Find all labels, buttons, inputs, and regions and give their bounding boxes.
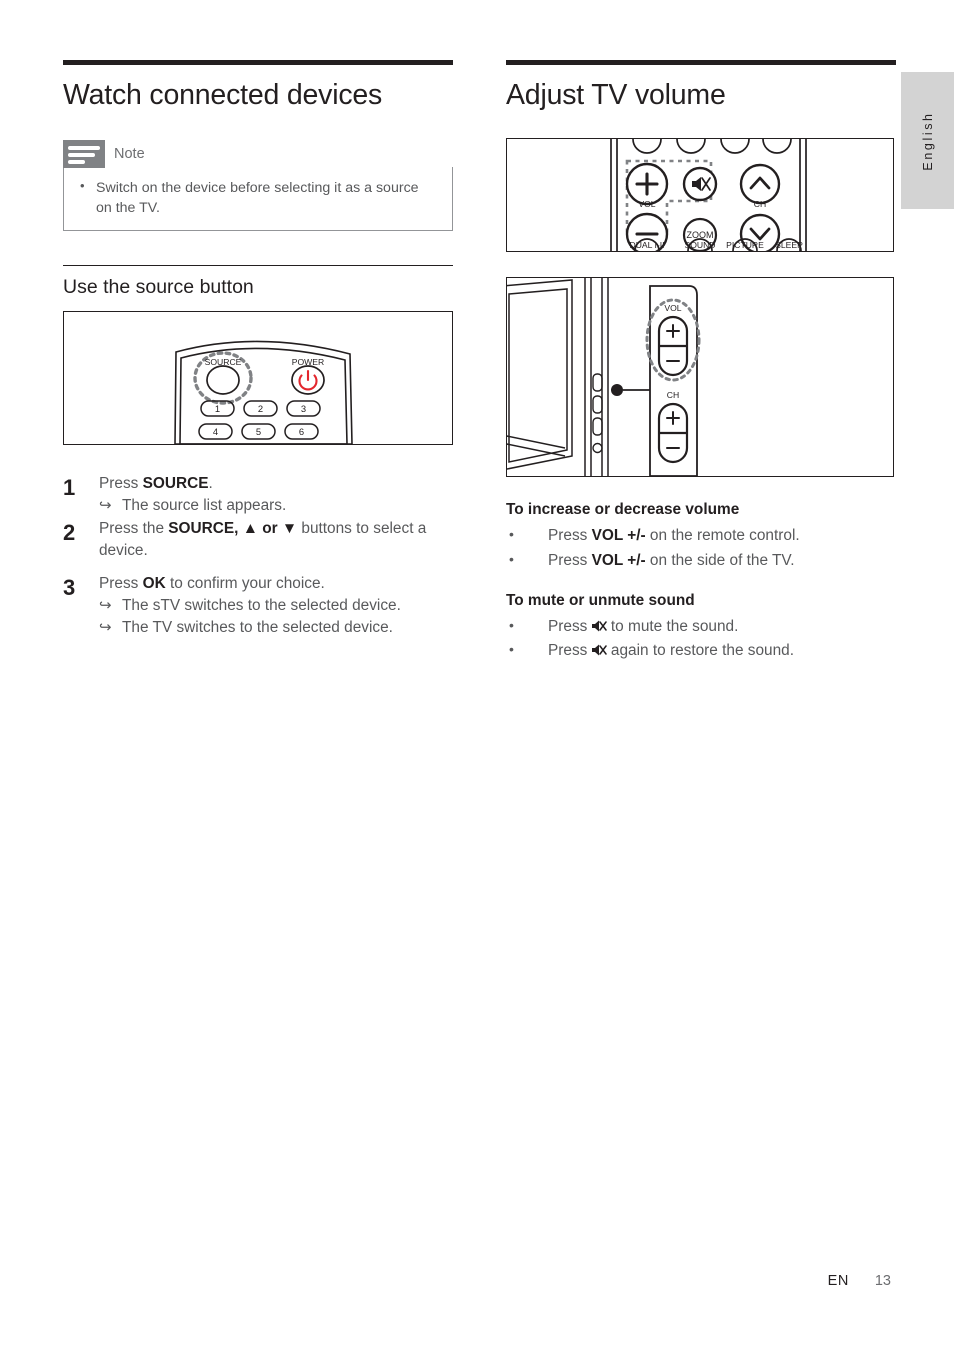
step-number: 3 [63,574,76,600]
step-result: ↪ The TV switches to the selected device… [99,617,453,639]
remote-control-source-power-figure: SOURCE POWER 1 2 3 4 5 6 [63,311,453,446]
vol-plus-button [625,162,669,205]
bullet-item: Press to mute the sound. [506,614,896,640]
step-result-text: The TV switches to the selected device. [122,618,393,636]
mute-icon [591,617,607,632]
step-text-after: to confirm your choice. [165,574,325,592]
bullet-text-before: Press [548,642,592,660]
step-number: 2 [63,520,76,546]
subsection-rule [63,264,453,267]
page-title: Watch connected devices [63,79,383,111]
remote-key-5: 5 [256,426,261,437]
bullet-item: Press VOL +/- on the side of the TV. [506,548,896,574]
step-number: 1 [63,475,76,501]
note-label: Note [114,145,145,162]
step-text-before: Press [99,475,143,493]
ch-up-button [739,163,781,204]
note-item: Switch on the device before selecting it… [78,177,438,218]
step-text: Press SOURCE. ↪ The source list appears. [99,473,453,517]
step-1: 1 Press SOURCE. ↪ The source list appear… [63,473,453,517]
ch-label: CH [667,390,679,400]
bullet-text-before: Press [548,551,592,569]
section-title: Adjust TV volume [506,79,726,111]
bullet-text-after: again to restore the sound. [606,642,795,660]
note-box: Note Switch on the device before selecti… [63,139,453,231]
bullet-text-after: to mute the sound. [606,617,739,635]
note-lines-icon [63,139,105,168]
result-arrow-icon: ↪ [99,618,112,636]
note-header: Note [63,139,453,168]
vol-label: VOL [638,199,655,209]
mute-button [682,166,718,201]
remote-key-4: 4 [213,426,218,437]
block-heading: To mute or unmute sound [506,591,695,609]
page-footer: EN 13 [0,1273,954,1289]
step-2: 2 Press the SOURCE, ▲ or ▼ buttons to se… [63,518,453,562]
numbered-steps: 1 Press SOURCE. ↪ The source list appear… [63,473,453,638]
footer-page-number: 13 [874,1273,891,1289]
callout-dot [611,383,623,396]
remote-key-1: 1 [215,403,220,414]
remote-key-6: 6 [299,426,304,437]
vol-rocker [657,315,689,376]
remote-control-volume-figure: ZOOM VOL CH DUAL I-II SOUND PICTURE SLEE… [506,137,894,252]
ch-rocker [657,402,689,463]
left-column: Watch connected devices Note Switch on t… [63,60,453,640]
step-text: Press the SOURCE, ▲ or ▼ buttons to sele… [99,518,453,562]
block-heading: To increase or decrease volume [506,500,740,518]
step-3: 3 Press OK to confirm your choice. ↪ The… [63,573,453,639]
remote-key-3: 3 [301,403,306,414]
block-increase-decrease-volume: To increase or decrease volume Press VOL… [506,501,896,574]
right-column: Adjust TV volume ZOOM VOL CH DUAL I-II S… [506,60,896,664]
source-button-label: SOURCE [205,357,242,367]
bullet-text-before: Press [548,617,592,635]
section-rule [63,60,453,65]
remote-key-2: 2 [258,403,263,414]
subsection-title: Use the source button [63,276,254,299]
ch-label: CH [754,199,766,209]
block-mute-unmute-sound: To mute or unmute sound Press to mute th… [506,592,896,665]
tv-side-panel-volume-figure: VOL CH [506,276,894,477]
bullet-text-bold: VOL +/- [591,526,646,544]
step-result-text: The sTV switches to the selected device. [122,596,401,614]
step-text-bold: SOURCE, ▲ or ▼ [168,520,298,538]
picture-label: PICTURE [726,240,764,250]
step-text-before: Press [99,574,143,592]
note-body: Switch on the device before selecting it… [63,166,453,231]
footer-language-code: EN [827,1273,849,1289]
section-rule [506,60,896,65]
bullet-text-before: Press [548,526,592,544]
step-text: Press OK to confirm your choice. ↪ The s… [99,573,453,639]
bullet-text-bold: VOL +/- [591,551,646,569]
step-text-bold: OK [142,574,166,592]
step-result: ↪ The source list appears. [99,495,453,517]
result-arrow-icon: ↪ [99,596,112,614]
mute-icon [591,641,607,656]
subsection-use-source-button: Use the source button SOURCE POWER 1 2 3… [63,264,453,639]
step-text-before: Press the [99,520,169,538]
bullet-text-after: on the remote control. [645,526,800,544]
result-arrow-icon: ↪ [99,497,112,515]
bullet-text-after: on the side of the TV. [645,551,795,569]
vol-label: VOL [664,303,681,313]
step-result-text: The source list appears. [122,497,287,515]
bullet-item: Press VOL +/- on the remote control. [506,523,896,549]
step-text-bold: SOURCE [142,475,209,493]
step-result: ↪ The sTV switches to the selected devic… [99,595,453,617]
language-tab: English [901,72,954,209]
language-tab-label: English [920,110,935,171]
bullet-item: Press again to restore the sound. [506,638,896,664]
step-text-after: . [208,475,213,493]
